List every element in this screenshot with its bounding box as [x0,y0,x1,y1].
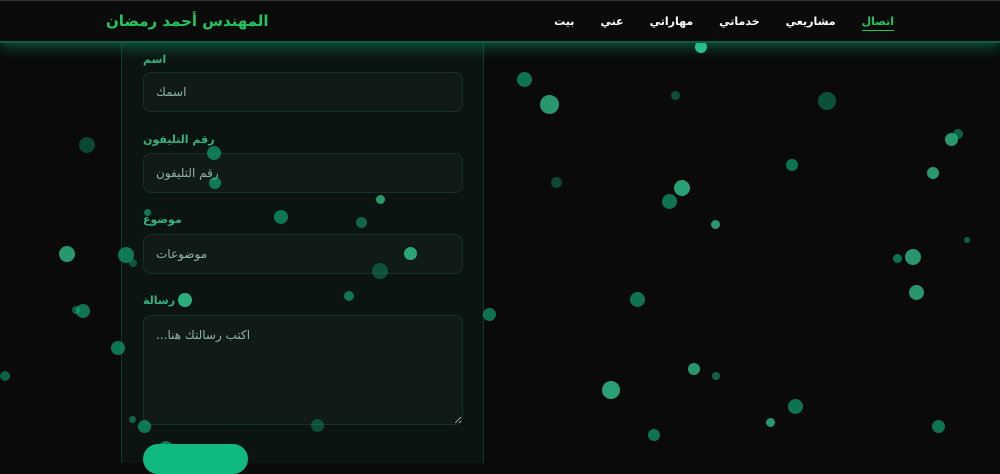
subject-input[interactable] [143,234,463,274]
particle-dot [953,129,963,139]
name-label: اسم [143,53,167,66]
subject-label: موضوع [143,213,182,226]
nav-projects[interactable]: مشاريعي [786,15,836,31]
nav-about[interactable]: عني [600,15,623,31]
brand-title[interactable]: المهندس أحمد رمضان [106,12,268,30]
particle-dot [550,176,562,188]
particle-dot [0,371,10,381]
particle-dot [76,304,90,318]
particle-dot [661,193,677,209]
particle-dot [712,372,720,380]
particle-dot [72,306,80,314]
nav-links: اتصال مشاريعي خدماتي مهاراتي عني بيت [554,15,894,31]
nav-skills[interactable]: مهاراتي [650,15,694,31]
particle-dot [710,219,720,229]
particle-dot [674,180,690,196]
message-textarea[interactable] [143,315,463,425]
particle-dot [908,284,924,300]
particle-dot [786,159,798,171]
particle-dot [79,137,95,153]
particle-dot [688,363,700,375]
particle-dot [892,253,902,263]
particle-dot [602,381,620,399]
message-label: رسالة [143,294,176,307]
name-input[interactable] [143,72,463,112]
phone-label: رقم التليفون [143,133,215,146]
nav-contact[interactable]: اتصال [861,15,894,31]
particle-dot [648,429,660,441]
particle-dot [539,94,559,114]
particle-dot [787,398,803,414]
particle-dot [516,71,532,87]
particle-dot [59,246,75,262]
particle-dot [944,132,958,146]
submit-button[interactable] [143,444,248,474]
particle-dot [927,167,939,179]
particle-dot [931,419,945,433]
particle-dot [818,92,836,110]
top-navbar: المهندس أحمد رمضان اتصال مشاريعي خدماتي … [0,0,1000,43]
phone-input[interactable] [143,153,463,193]
particle-dot [905,249,921,265]
contact-form: اسم رقم التليفون موضوع رسالة [121,43,484,474]
nav-home[interactable]: بيت [554,15,574,31]
particle-dot [629,291,645,307]
nav-services[interactable]: خدماتي [719,15,759,31]
particle-dot [765,417,775,427]
particle-dot [670,90,680,100]
particle-dot [482,307,496,321]
particle-dot [964,237,970,243]
